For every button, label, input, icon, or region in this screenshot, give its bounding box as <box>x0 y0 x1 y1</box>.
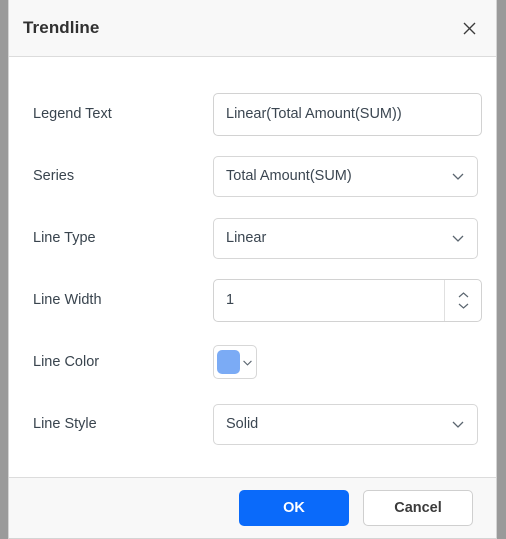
chevron-down-icon <box>451 417 465 431</box>
line-width-label: Line Width <box>33 292 102 308</box>
dialog-title: Trendline <box>23 18 100 37</box>
chevron-down-icon <box>451 231 465 245</box>
dialog-header: Trendline <box>9 0 496 57</box>
line-type-label: Line Type <box>33 230 96 246</box>
line-style-label: Line Style <box>33 416 97 432</box>
color-swatch <box>217 350 240 374</box>
chevron-down-icon <box>242 357 253 368</box>
line-type-select-value: Linear <box>226 230 267 246</box>
form-row-line-color: Line Color <box>9 331 496 393</box>
form-row-line-type: Line Type Linear <box>9 207 496 269</box>
close-icon[interactable] <box>456 15 482 41</box>
line-width-input[interactable] <box>214 279 444 321</box>
line-width-field-wrap <box>213 278 482 322</box>
form-row-legend-text: Legend Text <box>9 83 496 145</box>
line-style-select-value: Solid <box>226 416 259 432</box>
legend-text-label: Legend Text <box>33 106 112 122</box>
line-type-field-wrap: Linear <box>213 217 478 259</box>
line-style-select[interactable]: Solid <box>213 403 478 445</box>
legend-text-input[interactable] <box>213 92 482 136</box>
form-row-line-style: Line Style Solid <box>9 393 496 455</box>
line-width-stepper <box>213 278 482 322</box>
line-style-field-wrap: Solid <box>213 403 478 445</box>
form-row-line-width: Line Width <box>9 269 496 331</box>
ok-button[interactable]: OK <box>239 490 349 526</box>
cancel-button[interactable]: Cancel <box>363 490 473 526</box>
line-color-picker[interactable] <box>213 345 257 379</box>
trendline-dialog: Trendline Legend Text Series Total Amoun… <box>8 0 497 539</box>
series-field-wrap: Total Amount(SUM) <box>213 155 478 197</box>
series-label: Series <box>33 168 75 184</box>
series-select-value: Total Amount(SUM) <box>226 168 352 184</box>
dialog-footer: OK Cancel <box>9 477 496 538</box>
spinner-updown-icon[interactable] <box>444 279 481 321</box>
series-select[interactable]: Total Amount(SUM) <box>213 155 478 197</box>
legend-text-field-wrap <box>213 92 482 136</box>
dialog-body: Legend Text Series Total Amount(SUM) <box>9 57 496 477</box>
chevron-down-icon <box>451 169 465 183</box>
line-color-field-wrap <box>213 345 474 379</box>
line-type-select[interactable]: Linear <box>213 217 478 259</box>
line-color-label: Line Color <box>33 354 100 370</box>
form-row-series: Series Total Amount(SUM) <box>9 145 496 207</box>
